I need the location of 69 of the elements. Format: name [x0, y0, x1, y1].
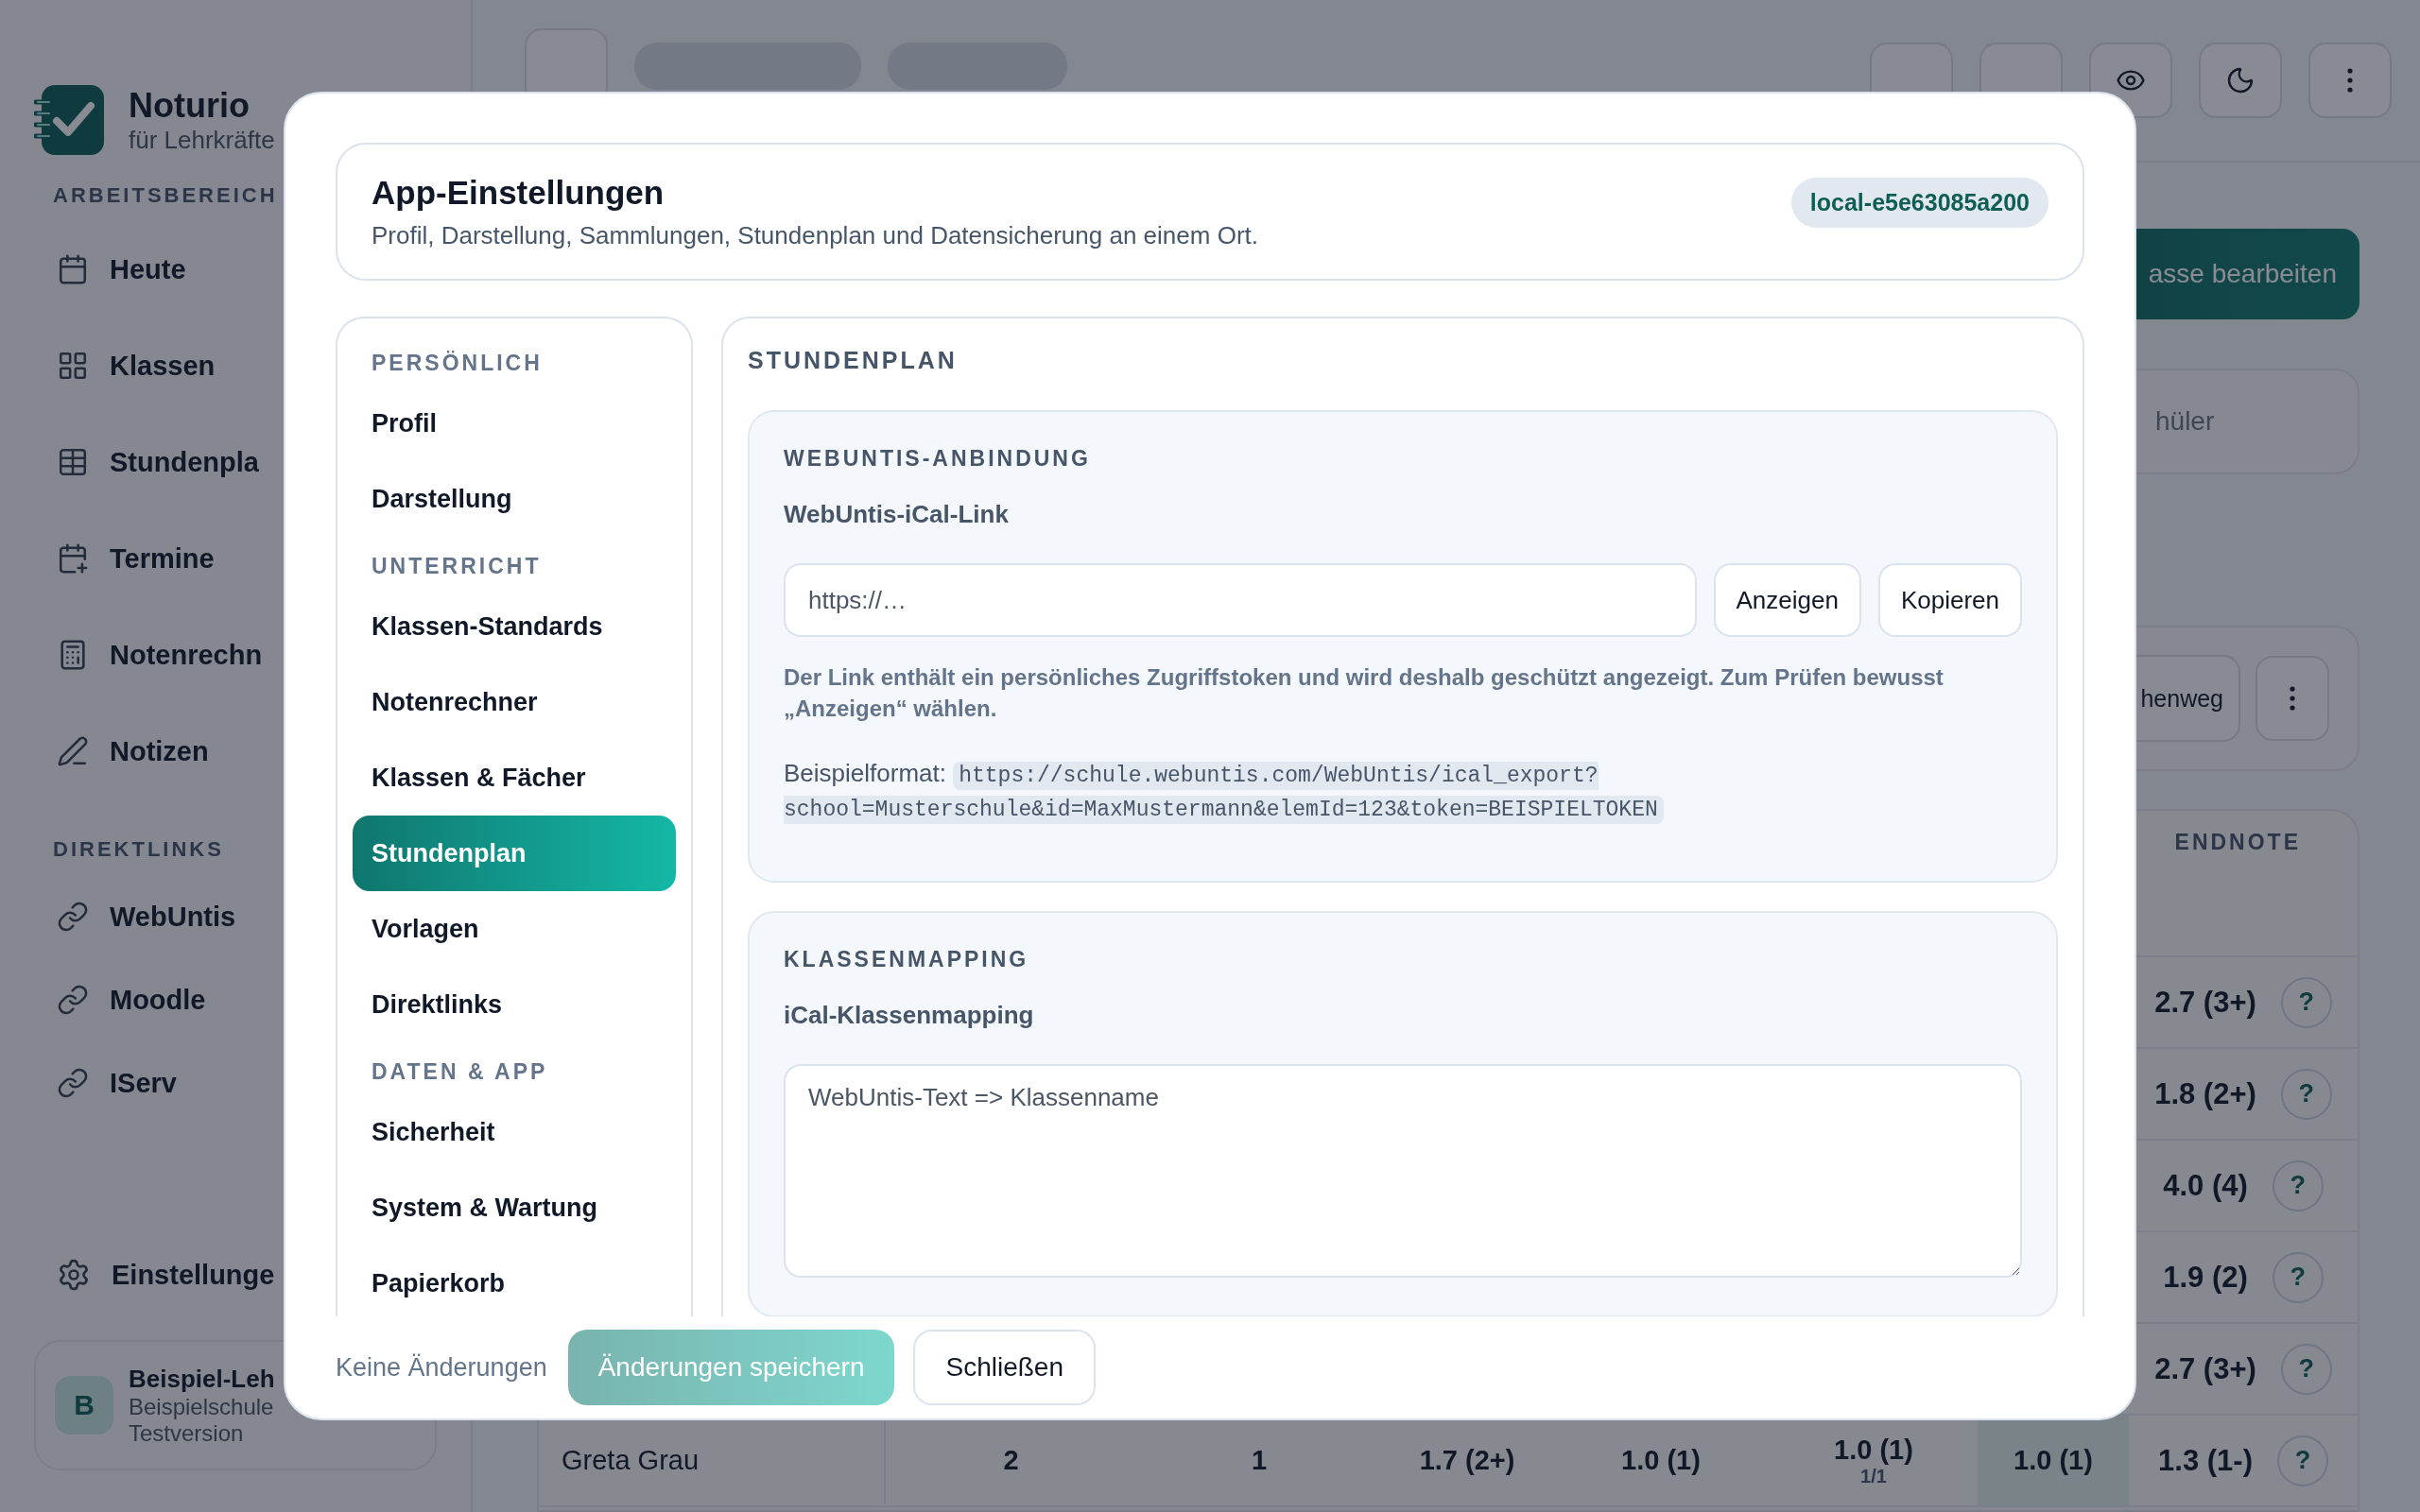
final-grade: 1.9 (2) — [2163, 1260, 2248, 1295]
mapping-field[interactable]: WebUntis-Text => Klassenname — [784, 1064, 2022, 1278]
calendar-icon — [57, 253, 89, 285]
settings-icon — [57, 1258, 91, 1292]
help-button[interactable]: ? — [2280, 1068, 2332, 1120]
user-avatar: B — [55, 1376, 113, 1435]
settings-nav-item[interactable]: System & Wartung — [353, 1170, 676, 1246]
field-label: WebUntis-iCal-Link — [784, 500, 1010, 529]
settings-nav-item[interactable]: Vorlagen — [353, 891, 676, 967]
nav-section-title: PERSÖNLICH — [371, 350, 544, 377]
student-name: Greta Grau — [562, 1445, 700, 1476]
moon-icon — [2225, 65, 2256, 95]
final-grade: 1.3 (1-) — [2158, 1443, 2253, 1478]
hint-text: Der Link enthält ein persönliches Zugriffstoken und wird deshalb geschützt angezeigt. Zum Prüfen bewusst „Anzeigen“ wählen. — [784, 663, 1945, 723]
nav-section-title: DATEN & APP — [371, 1058, 549, 1086]
field-label: iCal-Klassenmapping — [784, 1001, 1035, 1030]
final-grade: 2.7 (3+) — [2154, 985, 2256, 1020]
show-button[interactable]: Anzeigen — [1713, 563, 1861, 637]
ical-link-field[interactable]: https://… — [784, 563, 1697, 637]
kebab-icon — [2347, 68, 2353, 93]
final-grade: 4.0 (4) — [2163, 1168, 2248, 1203]
settings-nav-item[interactable]: Sicherheit — [353, 1094, 676, 1170]
grade-cell: 1.0 (1) — [2014, 1445, 2093, 1476]
help-button[interactable]: ? — [2280, 1343, 2332, 1395]
grid-icon — [57, 350, 89, 382]
settings-nav-item[interactable]: Notenrechner — [353, 664, 676, 740]
link-icon — [57, 984, 89, 1016]
dialog-title: App-Einstellungen — [372, 173, 666, 212]
settings-nav-item[interactable]: Direktlinks — [353, 967, 676, 1042]
card-title: WEBUNTIS-ANBINDUNG — [784, 446, 1092, 472]
device-id-badge: local-e5e63085a200 — [1790, 177, 2048, 228]
close-button[interactable]: Schließen — [913, 1330, 1096, 1405]
help-button[interactable]: ? — [2280, 976, 2332, 1028]
final-grade: 1.8 (2+) — [2154, 1076, 2256, 1111]
nav-section-title: UNTERRICHT — [371, 553, 543, 580]
link-icon — [57, 1067, 89, 1099]
panel-title: STUNDENPLAN — [748, 346, 959, 375]
settings-nav-item[interactable]: Darstellung — [353, 461, 676, 537]
final-grade: 2.7 (3+) — [2154, 1351, 2256, 1386]
theme-button[interactable] — [2199, 43, 2282, 118]
grade-cell: 1.0 (1) — [1834, 1434, 1913, 1466]
link-icon — [57, 901, 89, 933]
card-title: KLASSENMAPPING — [784, 947, 1030, 972]
user-plan: Testversion — [129, 1419, 245, 1447]
help-button[interactable]: ? — [2276, 1435, 2328, 1486]
settings-nav-item[interactable]: Stundenplan — [353, 816, 676, 891]
copy-button[interactable]: Kopieren — [1877, 563, 2022, 637]
settings-nav-item[interactable]: Papierkorb — [353, 1246, 676, 1316]
dialog-subtitle: Profil, Darstellung, Sammlungen, Stundenplan und Datensicherung an einem Ort. — [372, 220, 1258, 250]
user-name: Beispiel-Leh — [129, 1364, 275, 1394]
app-name: Noturio — [129, 85, 251, 126]
help-button[interactable]: ? — [2272, 1160, 2324, 1211]
kebab-icon — [2290, 686, 2295, 711]
grade-cell: 1 — [1251, 1445, 1268, 1476]
column-header: ENDNOTE — [2174, 830, 2301, 856]
grade-count: 1/1 — [1860, 1465, 1887, 1487]
help-button[interactable]: ? — [2272, 1251, 2324, 1303]
grade-cell: 1.7 (2+) — [1419, 1445, 1515, 1476]
pen-icon — [57, 735, 89, 767]
app-tagline: für Lehrkräfte — [129, 125, 275, 155]
grade-cell: 1.0 (1) — [1621, 1445, 1701, 1476]
table-icon — [57, 446, 89, 478]
calendar-plus-icon — [57, 542, 89, 575]
user-school: Beispielschule — [129, 1393, 275, 1420]
logo-icon — [34, 85, 104, 155]
settings-nav-item[interactable]: Klassen & Fächer — [353, 740, 676, 816]
settings-nav-item[interactable]: Klassen-Standards — [353, 589, 676, 664]
settings-nav-item[interactable]: Profil — [353, 386, 676, 461]
grade-cell: 2 — [1003, 1445, 1019, 1476]
